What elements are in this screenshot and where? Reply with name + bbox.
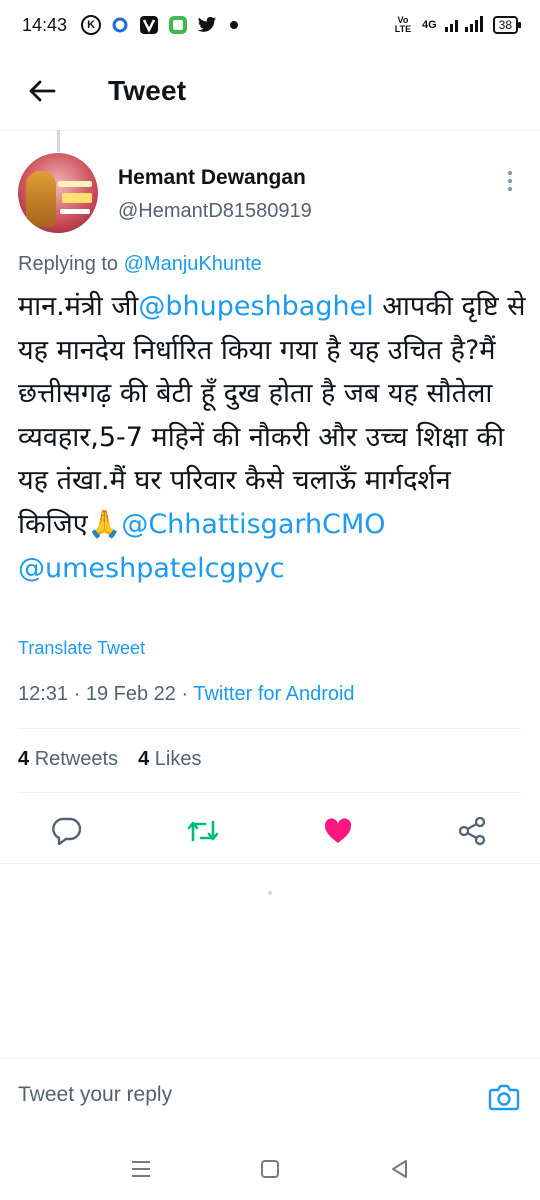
mention-link[interactable]: @bhupeshbaghel xyxy=(138,291,373,322)
recent-apps-button[interactable] xyxy=(126,1154,156,1184)
back-arrow-icon xyxy=(29,80,56,102)
replying-to: Replying to @ManjuKhunte xyxy=(18,253,262,276)
divider xyxy=(18,728,522,729)
likes-count: 4 xyxy=(138,748,150,770)
k-icon: K xyxy=(81,15,102,35)
app-square-icon xyxy=(168,15,188,35)
camera-button[interactable] xyxy=(484,1077,524,1117)
loading-indicator xyxy=(268,891,272,895)
share-button[interactable] xyxy=(454,813,490,849)
status-system-icons: Vo LTE 4G 38 xyxy=(392,15,522,35)
like-button[interactable] xyxy=(320,813,356,849)
reply-button[interactable] xyxy=(49,813,85,849)
meta-separator: · xyxy=(73,683,81,705)
avatar-decor xyxy=(60,209,90,214)
avatar-figure xyxy=(26,171,56,227)
thread-connector-line xyxy=(57,130,60,152)
meta-separator: · xyxy=(181,683,189,705)
avatar-decor xyxy=(62,193,92,203)
retweets-stat[interactable]: 4 Retweets xyxy=(18,748,118,771)
author-handle[interactable]: @HemantD81580919 xyxy=(118,200,312,223)
retweet-button[interactable] xyxy=(185,813,221,849)
share-icon xyxy=(458,816,486,846)
tweet-source-link[interactable]: Twitter for Android xyxy=(193,683,354,705)
likes-label: Likes xyxy=(154,748,202,770)
reply-input[interactable] xyxy=(18,1083,458,1107)
system-navigation-bar xyxy=(0,1140,540,1200)
tweet-text-part: मान.मंत्री जी xyxy=(18,291,139,322)
mention-link[interactable]: @umeshpatelcgpyc xyxy=(18,553,285,584)
tweet-meta: 12:31 · 19 Feb 22 · Twitter for Android xyxy=(18,683,355,706)
retweets-label: Retweets xyxy=(34,748,119,770)
circle-app-icon xyxy=(110,15,130,35)
back-triangle-icon xyxy=(392,1160,407,1178)
retweets-count: 4 xyxy=(18,748,30,770)
likes-stat[interactable]: 4 Likes xyxy=(138,748,201,771)
vmate-icon xyxy=(139,15,159,35)
tweet-text: मान.मंत्री जी@bhupeshbaghel आपकी दृष्टि … xyxy=(18,285,528,590)
back-button[interactable] xyxy=(10,59,74,123)
home-button[interactable] xyxy=(255,1154,285,1184)
status-notification-icons: K xyxy=(81,15,239,35)
home-square-icon xyxy=(261,1160,279,1178)
replying-to-label: Replying to xyxy=(18,253,119,275)
tweet-time: 12:31 xyxy=(18,683,69,705)
author-name[interactable]: Hemant Dewangan xyxy=(118,166,306,190)
status-bar: 14:43 K Vo LTE 4G 38 xyxy=(0,0,540,50)
avatar-decor xyxy=(58,181,92,187)
camera-icon xyxy=(488,1084,520,1111)
heart-filled-icon xyxy=(324,818,352,843)
divider xyxy=(0,863,540,864)
signal-icon xyxy=(444,15,485,35)
top-app-bar: Tweet xyxy=(0,58,540,124)
reply-icon xyxy=(52,817,82,845)
reply-bar xyxy=(0,1058,540,1138)
tweet-date: 19 Feb 22 xyxy=(85,683,176,705)
twitter-bird-icon xyxy=(197,15,217,35)
more-vertical-icon xyxy=(507,170,513,192)
more-options-button[interactable] xyxy=(495,166,525,196)
divider xyxy=(18,792,522,793)
mention-link[interactable]: @ChhattisgarhCMO xyxy=(121,509,385,540)
network-type-icon: 4G xyxy=(421,19,437,31)
page-title: Tweet xyxy=(108,75,187,106)
volte-icon: Vo LTE xyxy=(394,15,412,34)
header-divider xyxy=(0,130,540,131)
replying-to-handle[interactable]: @ManjuKhunte xyxy=(124,253,262,275)
retweet-icon xyxy=(187,820,219,842)
menu-icon xyxy=(132,1161,150,1177)
tweet-stats: 4 Retweets 4 Likes xyxy=(18,748,201,771)
translate-tweet-link[interactable]: Translate Tweet xyxy=(18,638,145,659)
tweet-actions xyxy=(0,805,540,855)
avatar[interactable] xyxy=(18,153,98,233)
system-back-button[interactable] xyxy=(384,1154,414,1184)
notification-dot-icon xyxy=(230,21,239,29)
status-time: 14:43 xyxy=(22,14,68,35)
battery-icon: 38 xyxy=(492,16,522,34)
tweet-text-part: आपकी दृष्टि से यह मानदेय निर्धारित किया … xyxy=(18,291,526,540)
